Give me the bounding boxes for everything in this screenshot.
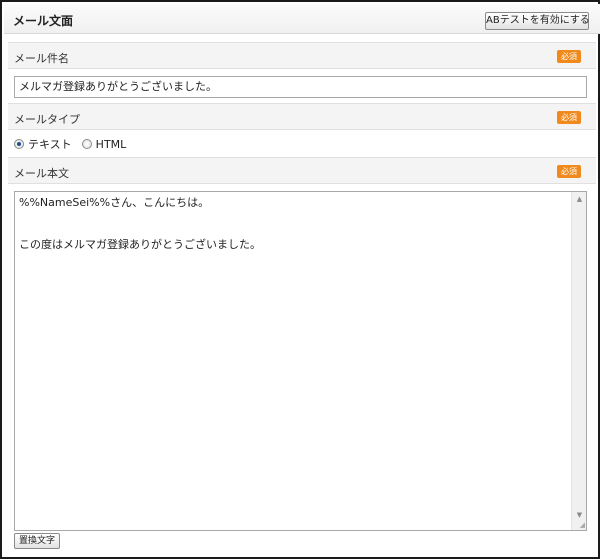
vertical-scrollbar[interactable]: ▲ ▼: [571, 192, 586, 530]
required-badge: 必須: [557, 165, 581, 178]
mail-type-label: メールタイプ: [14, 113, 80, 126]
mail-type-section-header: メールタイプ 必須: [8, 103, 596, 130]
subject-label: メール件名: [14, 52, 69, 65]
scroll-down-icon[interactable]: ▼: [572, 508, 587, 522]
resize-grip-icon[interactable]: ◢: [580, 521, 585, 529]
replace-text-button[interactable]: 置換文字: [14, 533, 60, 549]
panel-header: メール文面 ABテストを有効にする: [4, 4, 600, 34]
required-badge: 必須: [557, 50, 581, 63]
panel-title: メール文面: [13, 14, 74, 28]
enable-ab-test-button[interactable]: ABテストを有効にする: [485, 12, 590, 30]
body-section-header: メール本文 必須: [8, 157, 596, 184]
mail-content-panel: メール文面 ABテストを有効にする メール件名 必須 メルマガ登録ありがとうござ…: [0, 0, 600, 559]
radio-html-option[interactable]: [81, 139, 92, 149]
scroll-up-icon[interactable]: ▲: [572, 192, 587, 206]
subject-input[interactable]: メルマガ登録ありがとうございました。: [14, 76, 587, 98]
mail-type-radio-group: テキスト HTML: [14, 137, 136, 151]
radio-html-label[interactable]: HTML: [96, 138, 127, 151]
subject-section-header: メール件名 必須: [8, 42, 596, 69]
radio-text-label[interactable]: テキスト: [28, 136, 72, 152]
body-textarea[interactable]: %%NameSei%%さん、こんにちは。 この度はメルマガ登録ありがとうございま…: [14, 191, 587, 531]
required-badge: 必須: [557, 111, 581, 124]
radio-text-option[interactable]: [14, 139, 24, 149]
body-label: メール本文: [14, 167, 69, 180]
body-text[interactable]: %%NameSei%%さん、こんにちは。 この度はメルマガ登録ありがとうございま…: [19, 196, 569, 252]
